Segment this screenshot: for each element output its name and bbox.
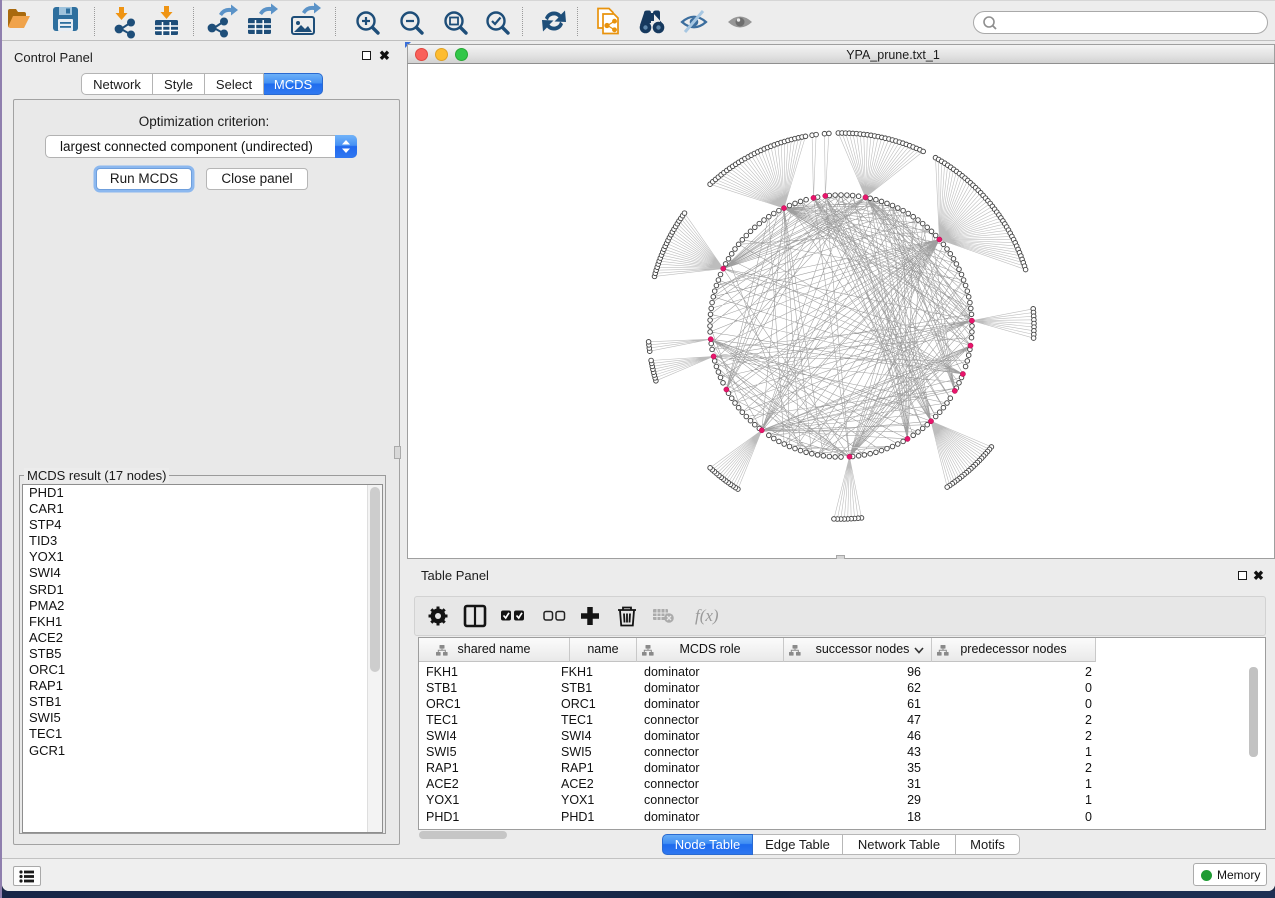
svg-text:f(x): f(x) (695, 606, 719, 625)
